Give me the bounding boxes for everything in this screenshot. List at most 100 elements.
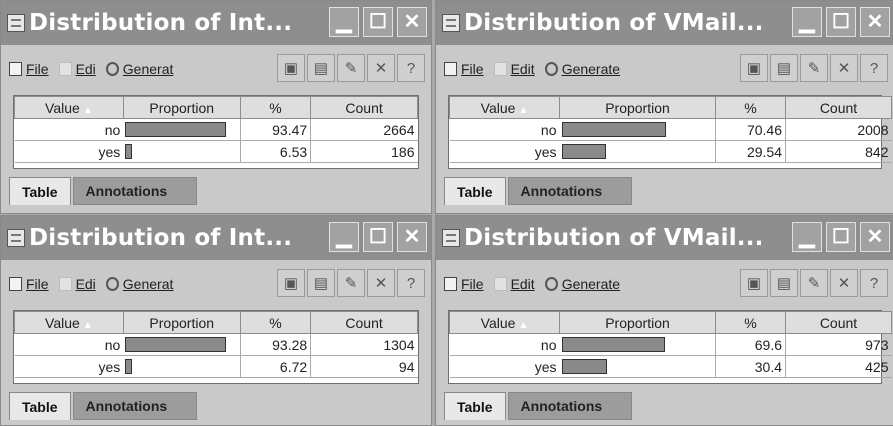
count-column-header[interactable]: Count <box>310 96 418 119</box>
save-button[interactable]: ▣ <box>277 54 305 82</box>
edit-menu[interactable]: Edit <box>493 61 535 77</box>
tab-table[interactable]: Table <box>444 177 506 205</box>
print-button[interactable]: ▤ <box>307 54 335 82</box>
count-column-header[interactable]: Count <box>785 96 892 119</box>
save-button[interactable]: ▣ <box>740 269 768 297</box>
percent-cell: 93.47 <box>239 118 311 141</box>
delete-button[interactable]: ✕ <box>830 269 858 297</box>
distribution-table: Value ▲ Proportion % Count no 93.28 1304 yes… <box>13 310 419 384</box>
percent-column-header[interactable]: % <box>715 96 786 119</box>
value-column-header[interactable]: Value ▲ <box>449 96 560 119</box>
value-column-header[interactable]: Value ▲ <box>14 311 124 334</box>
tab-annotations[interactable]: Annotations <box>507 177 632 205</box>
file-menu[interactable]: File <box>444 276 484 292</box>
value-column-header[interactable]: Value ▲ <box>14 96 124 119</box>
title-bar[interactable]: Distribution of Int... ▁ ☐ ✕ <box>1 1 431 45</box>
minimize-button[interactable]: ▁ <box>792 7 822 37</box>
title-bar[interactable]: Distribution of Int... ▁ ☐ ✕ <box>1 216 431 260</box>
export-button[interactable]: ✎ <box>800 269 828 297</box>
generate-menu[interactable]: Generate <box>544 61 620 77</box>
delete-button[interactable]: ✕ <box>830 54 858 82</box>
minimize-icon: ▁ <box>799 11 815 33</box>
table-row[interactable]: no 69.6 973 <box>449 333 892 356</box>
help-button[interactable]: ? <box>860 54 888 82</box>
value-cell: no <box>449 118 560 141</box>
proportion-column-header[interactable]: Proportion <box>122 311 241 334</box>
maximize-button[interactable]: ☐ <box>826 222 856 252</box>
percent-column-header[interactable]: % <box>715 311 786 334</box>
help-button[interactable]: ? <box>397 54 425 82</box>
minimize-button[interactable]: ▁ <box>329 7 359 37</box>
save-button[interactable]: ▣ <box>277 269 305 297</box>
window-title: Distribution of VMail... <box>464 10 764 36</box>
help-icon: ? <box>869 274 879 292</box>
tab-annotations[interactable]: Annotations <box>507 392 632 420</box>
percent-column-header[interactable]: % <box>239 96 312 119</box>
print-button[interactable]: ▤ <box>770 54 798 82</box>
generate-menu-label: Generat <box>122 61 174 77</box>
maximize-button[interactable]: ☐ <box>363 7 393 37</box>
print-button[interactable]: ▤ <box>770 269 798 297</box>
edit-menu[interactable]: Edit <box>493 276 535 292</box>
generate-menu[interactable]: Generat <box>105 276 173 292</box>
delete-button[interactable]: ✕ <box>367 269 395 297</box>
delete-button[interactable]: ✕ <box>367 54 395 82</box>
table-row[interactable]: yes 29.54 842 <box>449 140 892 163</box>
tab-annotations[interactable]: Annotations <box>72 392 197 420</box>
percent-column-header[interactable]: % <box>239 311 312 334</box>
tab-annotations[interactable]: Annotations <box>72 177 197 205</box>
percent-cell: 70.46 <box>715 118 786 141</box>
tab-table[interactable]: Table <box>9 392 71 420</box>
proportion-bar <box>125 122 227 137</box>
table-row[interactable]: no 93.28 1304 <box>14 333 418 356</box>
close-button[interactable]: ✕ <box>860 7 890 37</box>
file-icon <box>444 62 457 76</box>
count-column-header[interactable]: Count <box>310 311 418 334</box>
file-menu[interactable]: File <box>444 61 484 77</box>
proportion-column-header[interactable]: Proportion <box>122 96 241 119</box>
file-icon <box>444 277 457 291</box>
edit-menu-label: Edit <box>510 276 535 292</box>
export-button[interactable]: ✎ <box>800 54 828 82</box>
export-button[interactable]: ✎ <box>337 54 365 82</box>
close-button[interactable]: ✕ <box>397 222 427 252</box>
minimize-button[interactable]: ▁ <box>792 222 822 252</box>
maximize-button[interactable]: ☐ <box>363 222 393 252</box>
table-row[interactable]: no 70.46 2008 <box>449 118 892 141</box>
print-button[interactable]: ▤ <box>307 269 335 297</box>
proportion-column-header[interactable]: Proportion <box>559 96 716 119</box>
generate-icon <box>544 277 558 291</box>
help-button[interactable]: ? <box>397 269 425 297</box>
generate-menu[interactable]: Generate <box>544 276 620 292</box>
percent-cell: 30.4 <box>715 355 786 378</box>
maximize-button[interactable]: ☐ <box>826 7 856 37</box>
count-column-header[interactable]: Count <box>785 311 892 334</box>
minimize-button[interactable]: ▁ <box>329 222 359 252</box>
tab-table[interactable]: Table <box>9 177 71 205</box>
title-bar[interactable]: Distribution of VMail... ▁ ☐ ✕ <box>436 1 893 45</box>
edit-menu-label: Edit <box>510 61 535 77</box>
export-button[interactable]: ✎ <box>337 269 365 297</box>
value-column-header[interactable]: Value ▲ <box>449 311 560 334</box>
file-menu[interactable]: File <box>9 276 49 292</box>
edit-menu[interactable]: Edi <box>58 61 96 77</box>
close-button[interactable]: ✕ <box>397 7 427 37</box>
title-bar[interactable]: Distribution of VMail... ▁ ☐ ✕ <box>436 216 893 260</box>
table-row[interactable]: yes 6.53 186 <box>14 140 418 163</box>
sort-ascending-icon: ▲ <box>82 104 93 116</box>
edit-menu[interactable]: Edi <box>58 276 96 292</box>
distribution-window-2: Distribution of VMail... ▁ ☐ ✕ File Edit <box>435 0 893 214</box>
close-button[interactable]: ✕ <box>860 222 890 252</box>
proportion-column-header[interactable]: Proportion <box>559 311 716 334</box>
table-row[interactable]: no 93.47 2664 <box>14 118 418 141</box>
value-cell: yes <box>449 355 560 378</box>
count-cell: 973 <box>785 333 892 356</box>
save-button[interactable]: ▣ <box>740 54 768 82</box>
file-menu[interactable]: File <box>9 61 49 77</box>
table-row[interactable]: yes 6.72 94 <box>14 355 418 378</box>
value-cell: no <box>14 333 124 356</box>
help-button[interactable]: ? <box>860 269 888 297</box>
table-row[interactable]: yes 30.4 425 <box>449 355 892 378</box>
generate-menu[interactable]: Generat <box>105 61 174 77</box>
tab-table[interactable]: Table <box>444 392 506 420</box>
